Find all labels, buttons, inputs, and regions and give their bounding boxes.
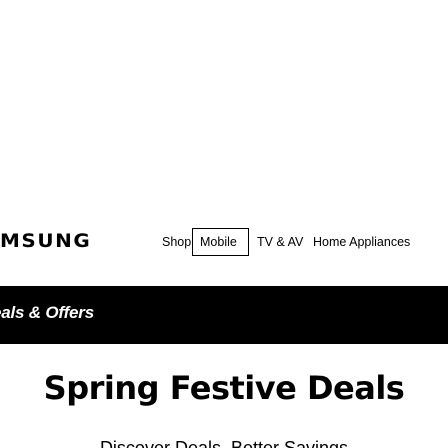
nav-item-shop[interactable]: Shop xyxy=(162,228,191,256)
deals-offers-banner[interactable]: eals & Offers xyxy=(0,286,448,344)
blank-top-area xyxy=(0,0,448,200)
subline-clip: Discover Deals, Better Savings xyxy=(0,426,448,448)
nav-item-home-appliances[interactable]: Home Appliances xyxy=(313,228,410,256)
page-subline: Discover Deals, Better Savings xyxy=(99,438,349,448)
page: MSUNG Shop Mobile TV & AV Home Appliance… xyxy=(0,0,448,448)
nav-item-tv-av[interactable]: TV & AV xyxy=(257,228,303,256)
banner-title: eals & Offers xyxy=(0,303,94,322)
page-headline: Spring Festive Deals xyxy=(43,369,405,407)
nav-item-mobile[interactable]: Mobile xyxy=(200,228,237,256)
brand-logo[interactable]: MSUNG xyxy=(0,230,91,252)
header-nav: MSUNG Shop Mobile TV & AV Home Appliance… xyxy=(0,228,448,258)
